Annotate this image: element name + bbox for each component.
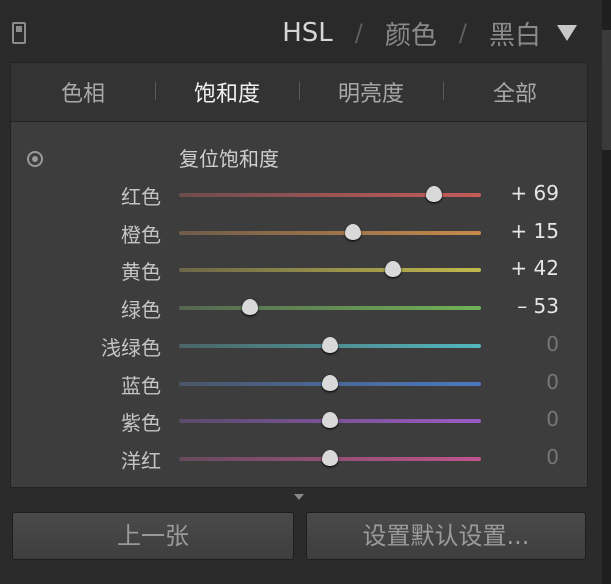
slider-label: 蓝色: [121, 373, 161, 398]
slider-value[interactable]: 0: [546, 370, 559, 394]
set-default-button[interactable]: 设置默认设置...: [306, 512, 586, 560]
slider-row: 红色 + 69: [11, 181, 587, 209]
slider-value[interactable]: 0: [546, 407, 559, 431]
slider-thumb[interactable]: [385, 261, 402, 278]
slider-value[interactable]: + 42: [510, 256, 559, 280]
collapse-arrow-icon[interactable]: [557, 25, 577, 41]
slider-row: 洋红 0: [11, 445, 587, 473]
subtab-luminance[interactable]: 明亮度: [299, 76, 443, 108]
previous-button[interactable]: 上一张: [12, 512, 294, 560]
slider-row: 绿色 – 53: [11, 294, 587, 322]
slider-thumb[interactable]: [344, 223, 361, 240]
target-adjust-icon[interactable]: [27, 151, 43, 167]
slider-value[interactable]: – 53: [517, 294, 559, 318]
scrollbar-thumb[interactable]: [602, 30, 611, 150]
slider-value[interactable]: 0: [546, 332, 559, 356]
tab-color[interactable]: 颜色: [385, 15, 437, 52]
slider-label: 红色: [121, 185, 161, 209]
slider-value[interactable]: 0: [546, 445, 559, 469]
slider-value[interactable]: + 15: [510, 219, 559, 243]
tab-bw[interactable]: 黑白: [489, 15, 541, 52]
slider-label: 黄色: [121, 260, 161, 285]
header-tabs: HSL / 颜色 / 黑白: [282, 15, 541, 52]
slider-thumb[interactable]: [241, 299, 258, 316]
slider-row: 浅绿色 0: [11, 332, 587, 360]
slider-row: 紫色 0: [11, 407, 587, 435]
subtab-hue[interactable]: 色相: [11, 76, 155, 108]
subtab-all[interactable]: 全部: [443, 76, 587, 108]
slider-label: 绿色: [121, 298, 161, 323]
slider-thumb[interactable]: [322, 374, 338, 391]
collapse-panel-icon[interactable]: [12, 22, 26, 44]
slider-track[interactable]: [179, 230, 481, 235]
reset-saturation-label[interactable]: 复位饱和度: [179, 143, 279, 172]
slider-value[interactable]: + 69: [510, 181, 559, 205]
tab-hsl[interactable]: HSL: [282, 18, 333, 48]
slider-row: 黄色 + 42: [11, 256, 587, 284]
subtabs: 色相 饱和度 明亮度 全部: [11, 63, 587, 122]
subtab-saturation[interactable]: 饱和度: [155, 76, 299, 108]
slider-row: 蓝色 0: [11, 370, 587, 398]
slider-track[interactable]: [179, 306, 481, 311]
tab-separator: /: [354, 19, 363, 47]
slider-thumb[interactable]: [322, 336, 338, 353]
slider-track[interactable]: [179, 268, 481, 273]
slider-label: 紫色: [121, 411, 161, 436]
slider-thumb[interactable]: [322, 412, 338, 429]
slider-thumb[interactable]: [426, 186, 443, 202]
tab-separator: /: [458, 19, 467, 47]
slider-label: 橙色: [121, 222, 161, 247]
hsl-panel: 色相 饱和度 明亮度 全部 复位饱和度 红色 + 69 橙色 + 15 黄色 + 42 绿色…: [10, 62, 588, 488]
divider-arrow-icon: [294, 494, 304, 500]
slider-label: 浅绿色: [101, 335, 161, 360]
slider-row: 橙色 + 15: [11, 219, 587, 247]
slider-thumb[interactable]: [322, 449, 338, 466]
slider-label: 洋红: [121, 448, 161, 473]
panel-header: HSL / 颜色 / 黑白: [0, 0, 611, 62]
scrollbar[interactable]: [602, 0, 611, 584]
